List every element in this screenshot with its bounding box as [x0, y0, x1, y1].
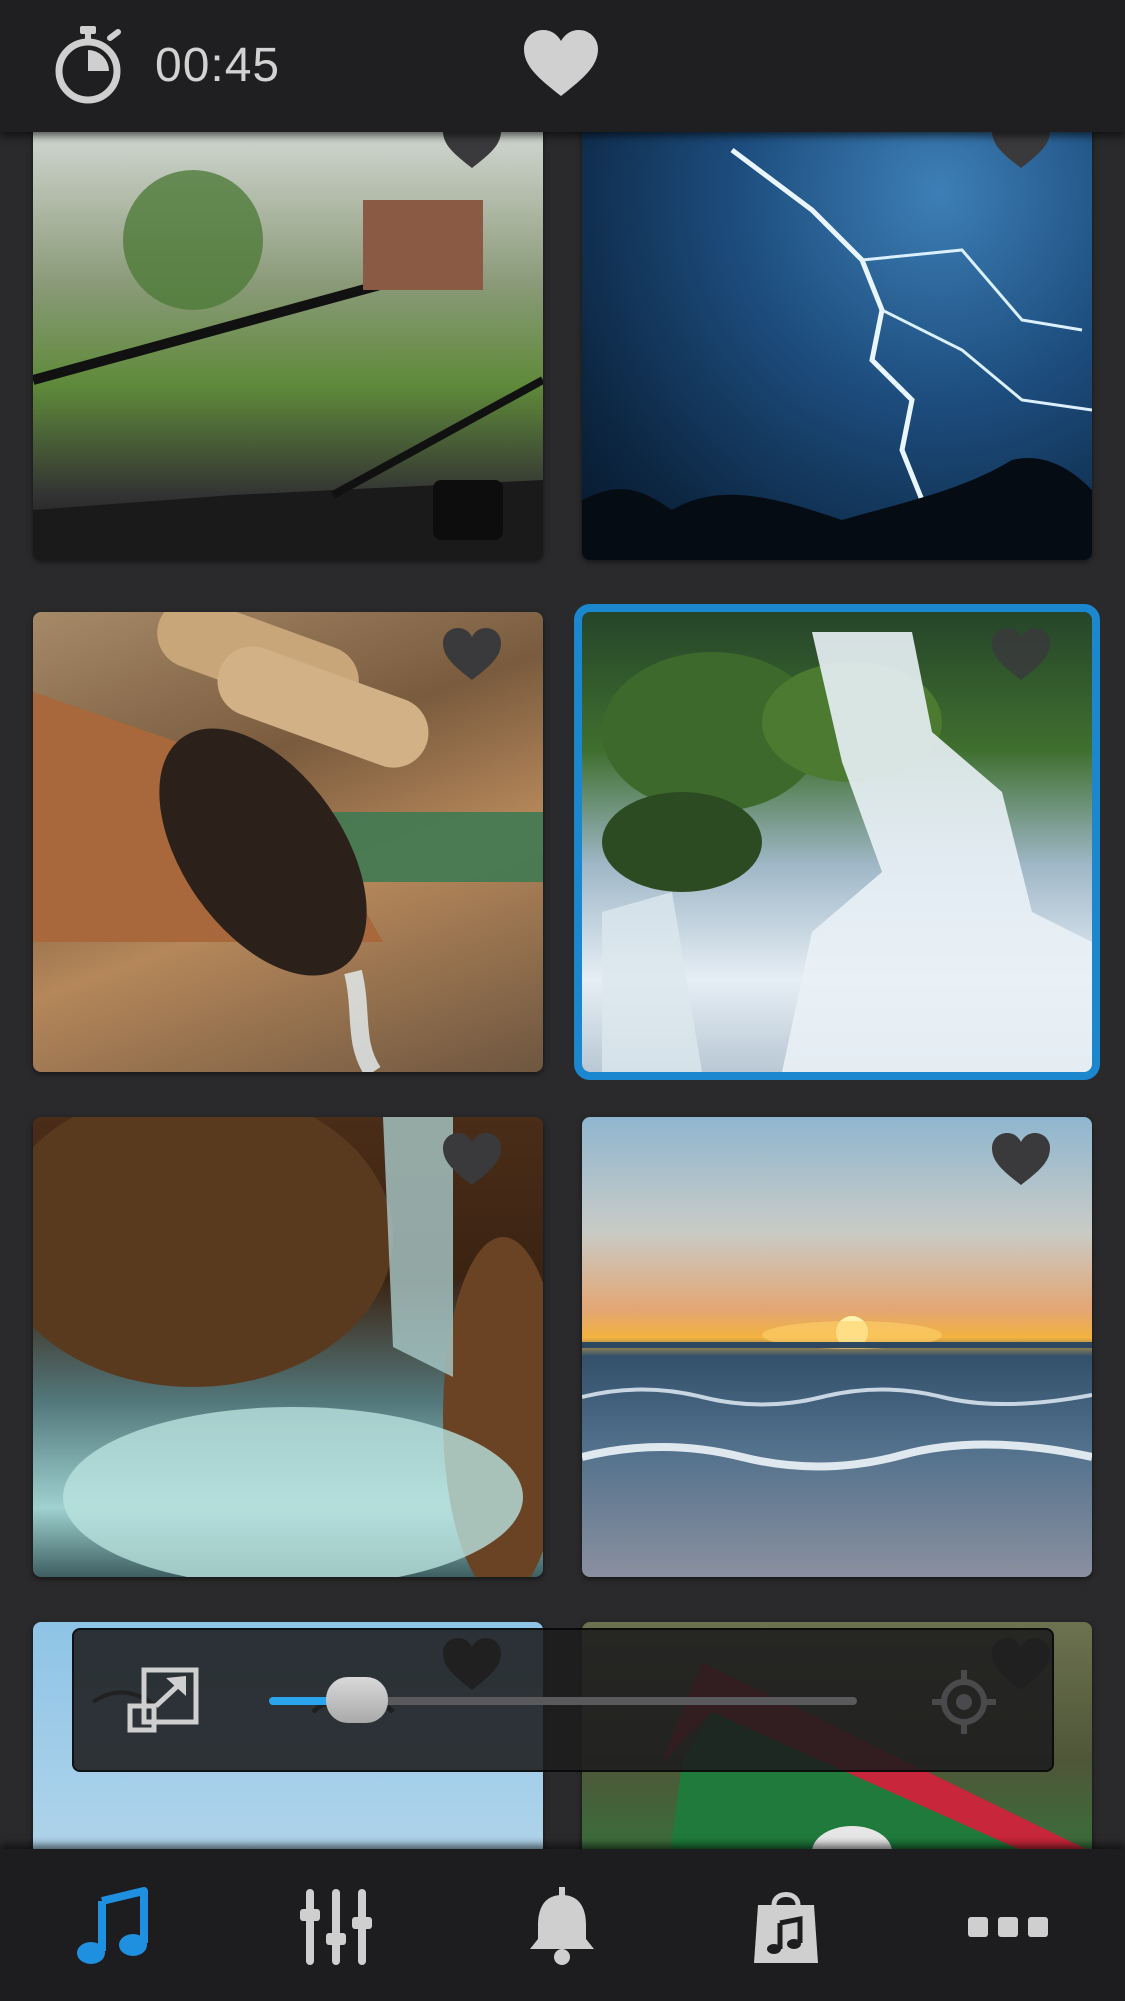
bell-icon[interactable] [522, 1887, 602, 1967]
tile-heart-icon[interactable] [990, 132, 1052, 170]
tile-heart-icon[interactable] [990, 1131, 1052, 1187]
stopwatch-icon[interactable] [50, 24, 126, 104]
tile-lightning-storm[interactable] [582, 132, 1092, 560]
top-bar: 00:45 [0, 0, 1125, 132]
tile-heart-icon[interactable] [441, 132, 503, 170]
volume-slider-thumb[interactable] [326, 1677, 389, 1723]
lightning-image [582, 148, 1092, 560]
equalizer-icon[interactable] [296, 1887, 376, 1967]
timer-display: 00:45 [155, 39, 281, 92]
tile-rain-windshield[interactable] [33, 132, 543, 560]
more-icon[interactable] [968, 1887, 1048, 1967]
expand-icon[interactable] [126, 1666, 200, 1734]
favorites-heart-icon[interactable] [522, 28, 600, 98]
tile-bamboo-fountain[interactable] [33, 612, 543, 1072]
tile-heart-icon[interactable] [441, 626, 503, 682]
bottom-nav [0, 1849, 1125, 2001]
tile-waterfall[interactable] [574, 604, 1100, 1080]
crosshair-icon[interactable] [932, 1670, 996, 1734]
music-note-icon[interactable] [72, 1887, 152, 1967]
tile-heart-icon[interactable] [441, 1131, 503, 1187]
music-bag-icon[interactable] [746, 1887, 826, 1967]
rain-windshield-image [33, 170, 543, 560]
player-bar [72, 1628, 1054, 1772]
volume-slider[interactable] [269, 1677, 857, 1723]
sound-grid [0, 132, 1125, 1849]
tile-ocean-sunset[interactable] [582, 1117, 1092, 1577]
tile-stream-rocks[interactable] [33, 1117, 543, 1577]
tile-heart-icon[interactable] [990, 626, 1052, 682]
